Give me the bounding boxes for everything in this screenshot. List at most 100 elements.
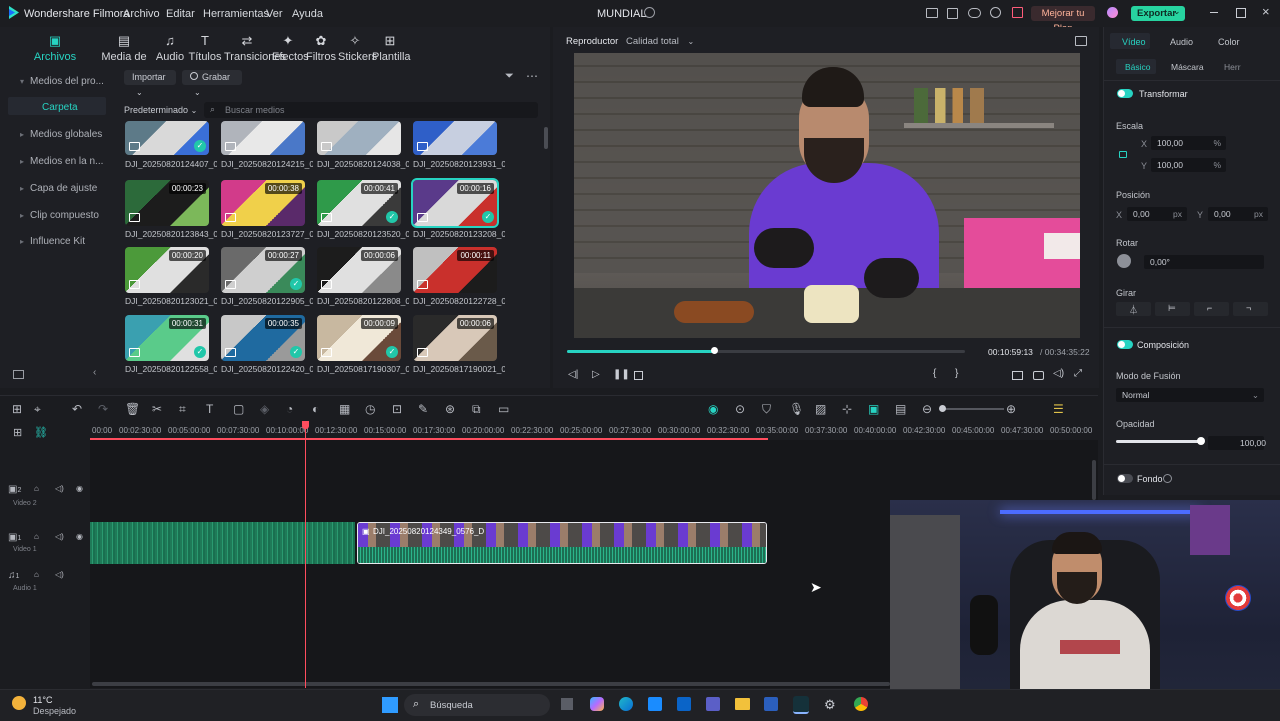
opacity-slider[interactable] <box>1116 440 1201 443</box>
weather-icon[interactable] <box>12 696 26 710</box>
copilot-icon[interactable] <box>590 697 604 711</box>
stabilize-icon[interactable]: ▦ <box>339 402 350 416</box>
quality-dropdown[interactable]: Calidad total ⌄ <box>626 36 694 47</box>
monitor-icon[interactable] <box>926 8 938 18</box>
player-tab[interactable]: Reproductor <box>566 36 618 47</box>
tab-color-props[interactable]: Color <box>1218 37 1240 47</box>
tab-titulos[interactable]: T Títulos <box>188 31 222 63</box>
prev-frame-icon[interactable]: ◁| <box>568 369 578 380</box>
green-clip[interactable] <box>90 522 355 564</box>
transform-toggle[interactable] <box>1117 89 1133 98</box>
play-icon[interactable]: ▷ <box>592 369 600 380</box>
volume-icon[interactable]: ◁) <box>1053 368 1064 379</box>
media-thumbnail[interactable]: 00:00:11 <box>413 247 497 293</box>
mark-out-icon[interactable]: } <box>955 368 958 379</box>
film-icon[interactable]: ▭ <box>498 402 509 416</box>
media-thumbnail[interactable]: 00:00:09 ✓ <box>317 315 401 361</box>
group-icon[interactable]: ⧉ <box>472 402 481 417</box>
opacity-field[interactable]: 100,00 <box>1208 436 1266 450</box>
menu-editar[interactable]: Editar <box>166 8 195 20</box>
render-icon[interactable]: ◉ <box>708 402 718 416</box>
select-tool-icon[interactable]: ⌖ <box>34 402 41 417</box>
taskbar-search[interactable]: ⌕ Búsqueda <box>404 694 550 716</box>
media-thumbnail[interactable] <box>413 121 497 155</box>
view-options-icon[interactable]: ☰ <box>1053 402 1064 416</box>
tab-stickers[interactable]: ✧ Stickers <box>338 31 377 63</box>
video-clip[interactable]: ▣ DJI_20250820124349_0576_D <box>357 522 767 564</box>
tab-filtros[interactable]: ✿ Filtros <box>306 31 336 63</box>
help-icon[interactable] <box>1163 474 1172 483</box>
settings-icon[interactable]: ⚙ <box>824 697 836 713</box>
record-button[interactable]: Grabar ⌄ <box>182 70 242 97</box>
mic-icon[interactable]: 🎙 <box>789 402 804 416</box>
subtab-tools[interactable]: Herr <box>1224 62 1241 72</box>
zoom-frame-icon[interactable]: ⊡ <box>392 402 402 416</box>
menu-ver[interactable]: Ver <box>266 8 283 20</box>
import-button[interactable]: Importar ⌄ <box>124 70 176 97</box>
media-thumbnail[interactable]: 00:00:41 ✓ <box>317 180 401 226</box>
minimize-icon[interactable] <box>1210 12 1218 13</box>
outlook-icon[interactable] <box>677 697 691 711</box>
lock-track-icon[interactable]: ⌂ <box>34 532 39 541</box>
h-scrollbar[interactable] <box>92 682 890 686</box>
marker-icon[interactable]: ⛉ <box>762 402 771 417</box>
pip-icon[interactable]: ▣ <box>868 402 879 416</box>
zoom-out-icon[interactable]: ⊖ <box>922 402 932 416</box>
library-item-project-media[interactable]: ▾ Medios del pro... <box>20 76 104 87</box>
pos-x-field[interactable]: 0,00 px <box>1127 207 1187 221</box>
link-icon[interactable]: ⛓ <box>34 426 48 439</box>
playhead-handle[interactable] <box>302 421 309 429</box>
camera-icon[interactable] <box>1033 371 1044 380</box>
task-view-icon[interactable] <box>561 698 573 710</box>
v-scrollbar[interactable] <box>1092 460 1096 500</box>
media-thumbnail[interactable]: 00:00:38 <box>221 180 305 226</box>
tab-transiciones[interactable]: ⇄ Transiciones <box>224 31 286 63</box>
speed-icon[interactable]: ◔ <box>286 402 293 416</box>
support-icon[interactable] <box>990 7 1001 18</box>
tab-audio[interactable]: ♫ Audio <box>154 31 186 63</box>
more-icon[interactable]: ⋯ <box>526 69 538 83</box>
media-thumbnail[interactable]: 00:00:20 <box>125 247 209 293</box>
explorer-icon[interactable] <box>735 698 750 710</box>
upgrade-button[interactable]: Mejorar tu Plan <box>1031 6 1095 34</box>
snapshot-icon[interactable] <box>1075 36 1087 46</box>
subtab-mask[interactable]: Máscara <box>1171 62 1204 72</box>
delete-icon[interactable]: 🗑 <box>125 402 140 416</box>
rotate-field[interactable]: 0,00° <box>1144 255 1264 269</box>
media-scrollbar[interactable] <box>544 127 548 149</box>
new-folder-icon[interactable] <box>13 370 24 379</box>
cloud-icon[interactable] <box>968 8 981 18</box>
pos-y-field[interactable]: 0,00 px <box>1208 207 1268 221</box>
stop-icon[interactable] <box>634 371 643 380</box>
background-toggle[interactable] <box>1117 474 1133 483</box>
track-settings-icon[interactable]: ⊹ <box>842 402 852 416</box>
display-icon[interactable] <box>1012 371 1023 380</box>
ai-icon[interactable]: ✎ <box>418 402 428 416</box>
video-preview[interactable] <box>574 53 1080 338</box>
library-item-compound-clip[interactable]: ▸ Clip compuesto <box>20 210 99 221</box>
rotate-right-button[interactable]: ⌐ <box>1194 302 1229 316</box>
storyboard-icon[interactable]: ▤ <box>895 402 906 416</box>
project-info-icon[interactable] <box>644 7 655 18</box>
media-thumbnail[interactable] <box>317 121 401 155</box>
media-thumbnail[interactable]: 00:00:27 ✓ <box>221 247 305 293</box>
media-thumbnail[interactable]: 00:00:23 <box>125 180 209 226</box>
timer-icon[interactable]: ◷ <box>365 402 375 416</box>
zoom-in-icon[interactable]: ⊕ <box>1006 402 1016 416</box>
opacity-handle[interactable] <box>1197 437 1205 445</box>
export-chevron-icon[interactable]: ⌄ <box>1173 6 1181 17</box>
layout-icon[interactable]: ⊞ <box>12 402 22 416</box>
color-icon[interactable]: ◐ <box>312 402 319 416</box>
lock-icon[interactable] <box>1119 151 1127 158</box>
chrome-icon[interactable] <box>854 697 868 711</box>
scale-y-field[interactable]: 100,00% <box>1151 158 1226 172</box>
zoom-slider[interactable] <box>940 408 1004 410</box>
sort-dropdown[interactable]: Predeterminado ⌄ <box>124 103 202 117</box>
windows-start-icon[interactable] <box>382 697 398 713</box>
library-item-global-media[interactable]: ▸ Medios globales <box>20 129 102 140</box>
plugin-icon[interactable]: ⊛ <box>445 402 455 416</box>
zoom-handle[interactable] <box>939 405 946 412</box>
flip-horizontal-button[interactable]: ⏃ <box>1116 302 1151 316</box>
media-thumbnail[interactable]: 00:00:06 <box>317 247 401 293</box>
menu-ayuda[interactable]: Ayuda <box>292 8 323 20</box>
